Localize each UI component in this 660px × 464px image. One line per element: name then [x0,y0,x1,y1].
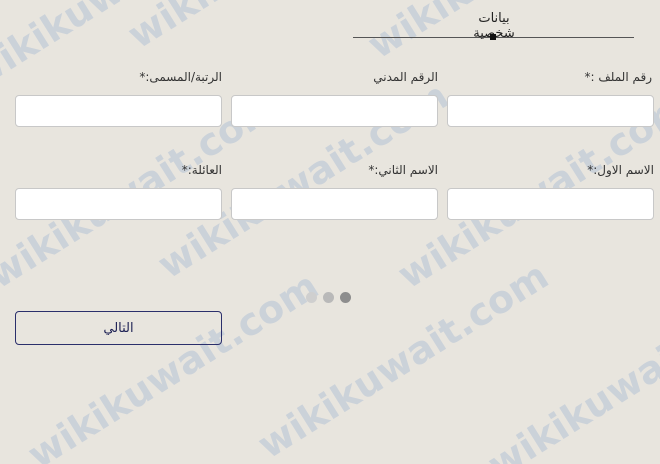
next-button[interactable]: التالي [15,311,222,345]
watermark-text: wikikuwait.com [480,273,660,464]
pager-dot[interactable] [306,292,317,303]
watermark-layer: wikikuwait.com wikikuwait.com wikikuwait… [0,0,660,464]
watermark-text: wikikuwait.com [0,0,266,97]
watermark-text: wikikuwait.com [120,0,426,57]
civil-id-field[interactable] [231,95,438,127]
second-name-label: الاسم الثاني:* [368,163,438,177]
watermark-text: wikikuwait.com [20,263,327,464]
watermark-text: wikikuwait.com [250,253,557,464]
family-name-label: العائلة:* [181,163,222,177]
rank-title-label: الرتبة/المسمى:* [139,70,222,84]
file-number-label: رقم الملف :* [584,70,652,84]
family-name-field[interactable] [15,188,222,220]
first-name-label: الاسم الاول:* [587,163,654,177]
pager-dot-active[interactable] [340,292,351,303]
rank-title-field[interactable] [15,95,222,127]
pager-dot[interactable] [323,292,334,303]
file-number-field[interactable] [447,95,654,127]
first-name-field[interactable] [447,188,654,220]
tab-active-marker [490,34,496,40]
second-name-field[interactable] [231,188,438,220]
civil-id-label: الرقم المدني [373,70,438,84]
